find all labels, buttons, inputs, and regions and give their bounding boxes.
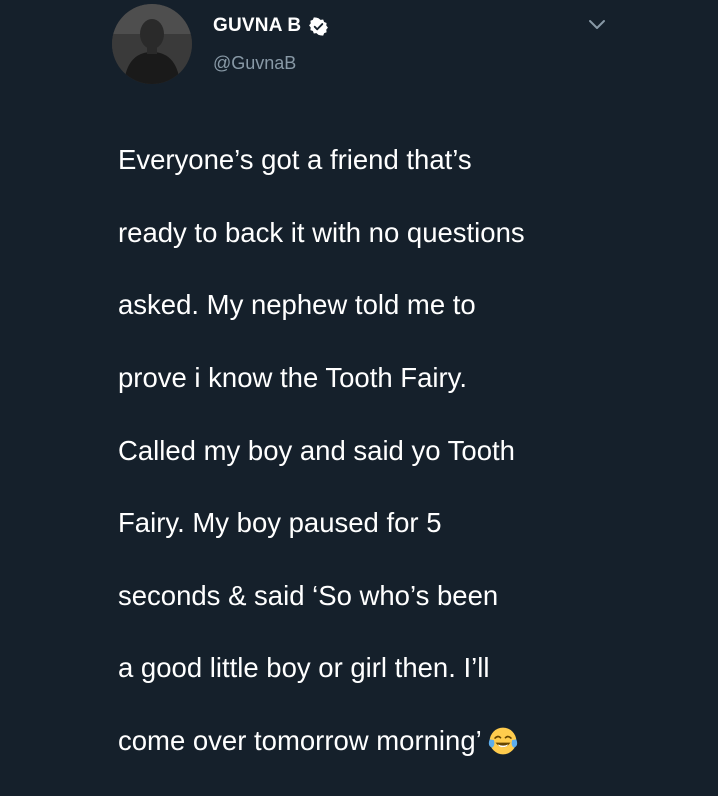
display-name[interactable]: GUVNA B xyxy=(213,15,301,37)
tweet-text-line: Called my boy and said yo Tooth xyxy=(118,434,515,466)
face-with-tears-of-joy-icon xyxy=(488,727,517,755)
avatar-image xyxy=(112,4,192,84)
author-row: GUVNA B xyxy=(213,15,329,37)
tweet-text-line: come over tomorrow morning’ xyxy=(118,725,482,757)
tweet-text-line: a good little boy or girl then. I’ll xyxy=(118,652,490,684)
tweet-text-line: Everyone’s got a friend that’s xyxy=(118,144,472,176)
tweet-text-line: ready to back it with no questions xyxy=(118,216,525,248)
avatar[interactable] xyxy=(112,4,192,84)
verified-badge-icon xyxy=(309,16,329,36)
tweet-text-last-line: come over tomorrow morning’ xyxy=(118,723,698,759)
tweet-text: Everyone’s got a friend that’s ready to … xyxy=(118,106,698,796)
username-handle[interactable]: @GuvnaB xyxy=(213,53,296,74)
tweet-text-line: seconds & said ‘So who’s been xyxy=(118,579,499,611)
tweet-text-line: prove i know the Tooth Fairy. xyxy=(118,362,468,394)
tweet-text-line: asked. My nephew told me to xyxy=(118,289,476,321)
tweet-card: GUVNA B @GuvnaB Everyone’s got a friend … xyxy=(0,0,718,756)
tweet-text-line: Fairy. My boy paused for 5 xyxy=(118,507,442,539)
chevron-down-icon[interactable] xyxy=(587,18,607,32)
